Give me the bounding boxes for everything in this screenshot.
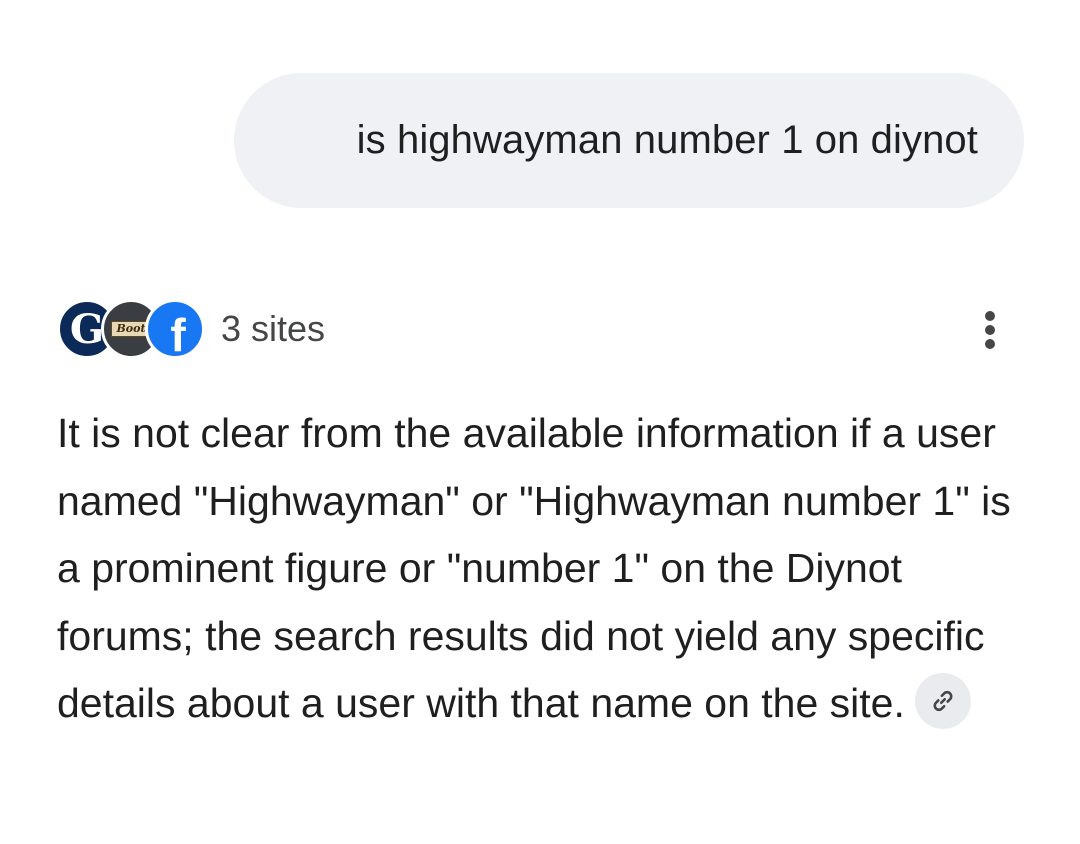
- citation-link-button[interactable]: [914, 673, 971, 730]
- sources-button[interactable]: G Boot f 3 sites: [57, 298, 325, 360]
- more-vert-icon: [985, 311, 995, 349]
- facebook-favicon-glyph: f: [170, 309, 186, 359]
- answer-paragraph: It is not clear from the available infor…: [57, 400, 1032, 738]
- source-favicons: G Boot f: [57, 298, 207, 360]
- guardian-favicon-glyph: G: [69, 306, 105, 353]
- answer-text: It is not clear from the available infor…: [57, 410, 1011, 726]
- user-query-text: is highwayman number 1 on diynot: [356, 118, 978, 162]
- user-query-bubble: is highwayman number 1 on diynot: [234, 73, 1024, 208]
- link-icon: [933, 691, 953, 712]
- more-options-button[interactable]: [968, 308, 1012, 352]
- facebook-favicon-icon: f: [145, 299, 205, 359]
- sources-count-label: 3 sites: [221, 308, 326, 349]
